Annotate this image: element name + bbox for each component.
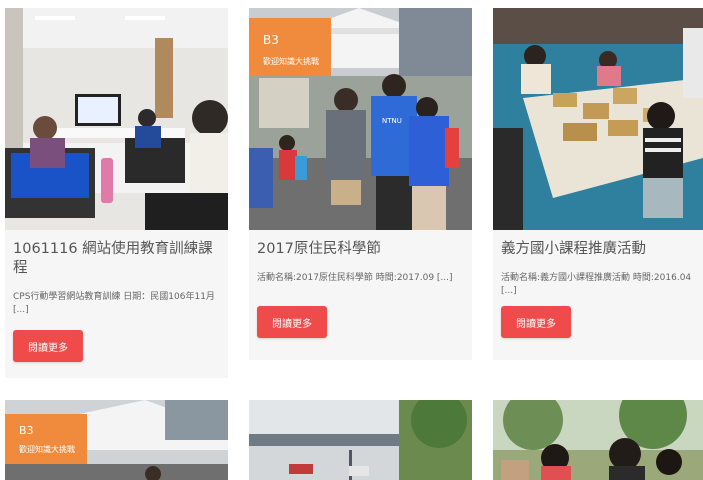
post-thumbnail[interactable]: B3 歡迎知識大挑戰 NTNU [249, 8, 472, 230]
post-excerpt: CPS行動學習網站教育訓練 日期：民國106年11月 [...] [13, 292, 215, 315]
sign-line-text: 歡迎知識大挑戰 [19, 444, 75, 454]
read-more-button[interactable]: 閱讀更多 [501, 306, 571, 338]
post-card [249, 400, 472, 480]
sign-line-text: 歡迎知識大挑戰 [263, 56, 319, 66]
shirt-text: NTNU [382, 117, 402, 125]
post-title[interactable]: 義方國小課程推廣活動 [501, 240, 695, 259]
post-thumbnail[interactable] [493, 8, 703, 230]
post-thumbnail[interactable]: B3 歡迎知識大挑戰 [5, 400, 228, 480]
read-more-button[interactable]: 閱讀更多 [13, 330, 83, 362]
post-card [493, 400, 703, 480]
sign-top-text: B3 [263, 33, 279, 47]
post-card: B3 歡迎知識大挑戰 NTNU 2017原住民科學節 活動名稱:2017原住民科… [249, 8, 472, 360]
post-card: 1061116 網站使用教育訓練課程 CPS行動學習網站教育訓練 日期：民國10… [5, 8, 228, 378]
post-title[interactable]: 2017原住民科學節 [257, 240, 464, 259]
post-excerpt: 活動名稱:義方國小課程推廣活動 時間:2016.04 [...] [501, 273, 692, 296]
post-excerpt: 活動名稱:2017原住民科學節 時間:2017.09 [...] [257, 273, 453, 283]
post-card: B3 歡迎知識大挑戰 [5, 400, 228, 480]
read-more-button[interactable]: 閱讀更多 [257, 306, 327, 338]
post-title[interactable]: 1061116 網站使用教育訓練課程 [13, 240, 220, 278]
post-thumbnail[interactable] [493, 400, 703, 480]
post-card: 義方國小課程推廣活動 活動名稱:義方國小課程推廣活動 時間:2016.04 [.… [493, 8, 703, 360]
post-thumbnail[interactable] [5, 8, 228, 230]
sign-top-text: B3 [19, 424, 34, 437]
post-thumbnail[interactable] [249, 400, 472, 480]
